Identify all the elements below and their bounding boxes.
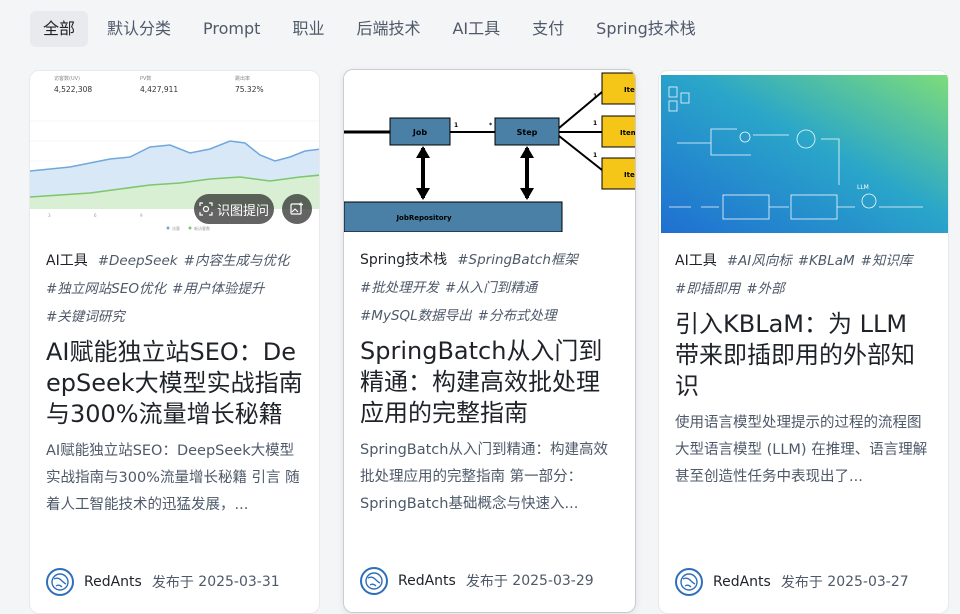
- legend-entry: 新访客数: [194, 225, 210, 231]
- tab-prompt[interactable]: Prompt: [190, 11, 273, 47]
- publish-date: 2025-03-27: [827, 574, 909, 590]
- article-meta: RedAnts 发布于 2025-03-31: [46, 568, 280, 596]
- batch-diagram-image: Job 1 * Step 1 1 1 Ite Item Ite JobRepos…: [344, 70, 635, 232]
- article-card[interactable]: 访客数(UV) PV数 跳出率 4,522,308 4,427,911 75.3…: [29, 70, 320, 614]
- article-thumbnail[interactable]: Job 1 * Step 1 1 1 Ite Item Ite JobRepos…: [344, 70, 635, 232]
- author-name[interactable]: RedAnts: [713, 574, 771, 590]
- category-label[interactable]: AI工具: [675, 253, 717, 269]
- tag[interactable]: #AI风向标: [727, 253, 792, 269]
- repo-box-label: JobRepository: [395, 214, 452, 222]
- scan-icon: [199, 202, 213, 216]
- stat-value: 4,427,911: [140, 85, 178, 94]
- tab-default[interactable]: 默认分类: [94, 11, 184, 47]
- tab-all[interactable]: 全部: [30, 11, 89, 47]
- tag[interactable]: #从入门到精通: [445, 280, 537, 296]
- stat-value: 4,522,308: [54, 85, 92, 94]
- tab-payment[interactable]: 支付: [519, 11, 577, 47]
- tag[interactable]: #用户体验提升: [172, 281, 264, 297]
- publish-date: 2025-03-29: [512, 573, 594, 589]
- ocr-ask-label: 识图提问: [216, 203, 269, 219]
- category-tabs: 全部 默认分类 Prompt 职业 后端技术 AI工具 支付 Spring技术栈: [30, 11, 715, 47]
- svg-text:1: 1: [593, 93, 597, 100]
- article-summary: AI赋能独立站SEO：DeepSeek大模型实战指南与300%流量增长秘籍 引言…: [46, 443, 300, 513]
- analytics-chart-image: 访客数(UV) PV数 跳出率 4,522,308 4,427,911 75.3…: [30, 71, 319, 233]
- item-box-label: Ite: [624, 86, 635, 94]
- tag[interactable]: #批处理开发: [360, 280, 439, 296]
- tag[interactable]: #内容生成与优化: [184, 253, 290, 269]
- article-meta: RedAnts 发布于 2025-03-27: [675, 568, 909, 596]
- article-card[interactable]: Job 1 * Step 1 1 1 Ite Item Ite JobRepos…: [343, 69, 636, 613]
- article-thumbnail[interactable]: LLM: [659, 71, 948, 233]
- category-label[interactable]: AI工具: [46, 253, 88, 269]
- tab-ai-tools[interactable]: AI工具: [439, 11, 513, 47]
- article-title[interactable]: SpringBatch从入门到精通：构建高效批处理应用的完整指南: [360, 336, 619, 429]
- tag[interactable]: #KBLaM: [798, 253, 855, 269]
- tag-list: Spring技术栈 #SpringBatch框架 #批处理开发 #从入门到精通 #M…: [360, 246, 619, 330]
- svg-text:1: 1: [593, 152, 597, 159]
- tag-list: AI工具 #AI风向标 #KBLaM #知识库 #即插即用 #外部: [675, 247, 932, 303]
- category-label[interactable]: Spring技术栈: [360, 252, 447, 268]
- publish-date: 2025-03-31: [198, 574, 280, 590]
- avatar[interactable]: [675, 568, 703, 596]
- globe-logo-icon: [51, 573, 69, 591]
- publish-prefix: 发布于: [465, 574, 508, 590]
- tag[interactable]: #即插即用: [675, 281, 740, 297]
- tab-career[interactable]: 职业: [279, 11, 337, 47]
- stat-label: 访客数(UV): [54, 75, 80, 82]
- tag-list: AI工具 #DeepSeek #内容生成与优化 #独立网站SEO优化 #用户体验提升 …: [46, 247, 303, 331]
- article-card[interactable]: LLM AI工具 #AI风向标 #KBLaM #知识库 #即插即用 #外部 引入KBLa…: [658, 70, 949, 614]
- stat-value: 75.32%: [235, 85, 264, 94]
- globe-logo-icon: [680, 573, 698, 591]
- tag[interactable]: #DeepSeek: [98, 253, 178, 269]
- stat-label: 跳出率: [235, 75, 250, 82]
- svg-text:1: 1: [593, 120, 597, 127]
- publish-prefix: 发布于: [780, 575, 823, 591]
- article-summary: SpringBatch从入门到精通：构建高效批处理应用的完整指南 第一部分：Sp…: [360, 442, 608, 512]
- legend-entry: 访客: [172, 225, 180, 231]
- publish-prefix: 发布于: [151, 575, 194, 591]
- tag[interactable]: #外部: [746, 281, 784, 297]
- tag[interactable]: #分布式处理: [478, 308, 557, 324]
- image-add-icon: [290, 202, 303, 215]
- image-search-button[interactable]: [282, 194, 312, 224]
- tag[interactable]: #关键词研究: [46, 309, 125, 325]
- article-thumbnail[interactable]: 访客数(UV) PV数 跳出率 4,522,308 4,427,911 75.3…: [30, 71, 319, 233]
- step-box-label: Step: [517, 128, 538, 137]
- avatar[interactable]: [360, 567, 388, 595]
- tag[interactable]: #SpringBatch框架: [457, 252, 578, 268]
- article-summary: 使用语言模型处理提示的过程的流程图 大型语言模型 (LLM) 在推理、语言理解甚…: [675, 415, 928, 485]
- item-box-label: Item: [620, 129, 635, 137]
- tag[interactable]: #MySQL数据导出: [360, 308, 472, 324]
- svg-text:1: 1: [454, 122, 458, 129]
- llm-flow-image: LLM: [661, 75, 948, 233]
- tag[interactable]: #知识库: [861, 253, 913, 269]
- tab-spring[interactable]: Spring技术栈: [583, 11, 709, 47]
- item-box-label: Ite: [624, 171, 635, 179]
- job-box-label: Job: [412, 128, 427, 137]
- avatar[interactable]: [46, 568, 74, 596]
- author-name[interactable]: RedAnts: [84, 574, 142, 590]
- tab-backend[interactable]: 后端技术: [343, 11, 433, 47]
- article-title[interactable]: 引入KBLaM：为 LLM 带来即插即用的外部知识: [675, 309, 932, 402]
- article-title[interactable]: AI赋能独立站SEO：DeepSeek大模型实战指南与300%流量增长秘籍: [46, 337, 303, 430]
- globe-logo-icon: [365, 572, 383, 590]
- stat-label: PV数: [140, 75, 151, 82]
- llm-label: LLM: [857, 184, 869, 191]
- article-meta: RedAnts 发布于 2025-03-29: [360, 567, 594, 595]
- tag[interactable]: #独立网站SEO优化: [46, 281, 166, 297]
- author-name[interactable]: RedAnts: [398, 573, 456, 589]
- ocr-ask-button[interactable]: 识图提问: [194, 194, 274, 224]
